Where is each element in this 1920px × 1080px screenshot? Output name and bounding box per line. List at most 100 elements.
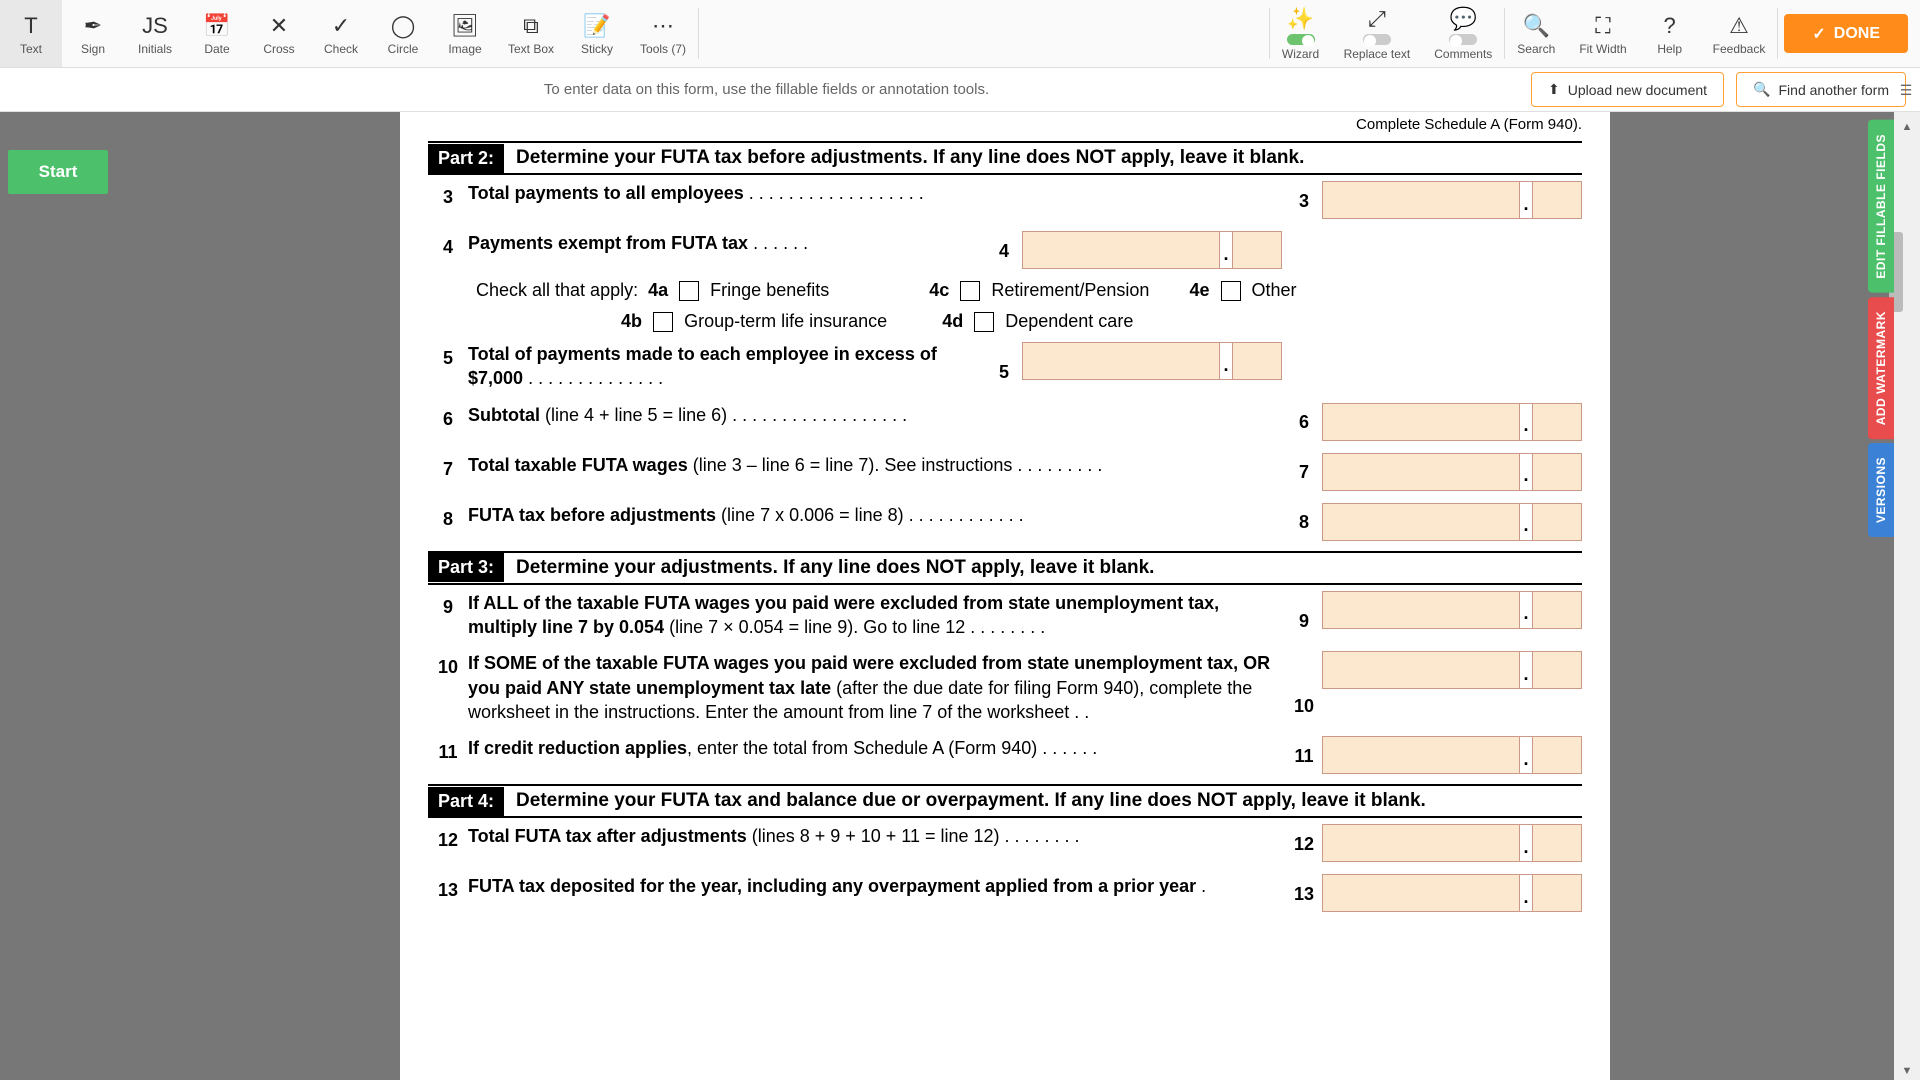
tool-image[interactable]: 🖼Image [434, 0, 496, 67]
tool-sign[interactable]: ✒Sign [62, 0, 124, 67]
4b-text: Group-term life insurance [684, 311, 887, 331]
tool-initials-label: Initials [138, 42, 172, 56]
start-button[interactable]: Start [8, 150, 108, 194]
line-9-number: 9 [428, 591, 468, 619]
checkbox-4e[interactable] [1221, 281, 1241, 301]
line-6: 6Subtotal (line 4 + line 5 = line 6) . .… [428, 397, 1582, 447]
4a-text: Fringe benefits [710, 280, 829, 300]
tool-cross-icon: ✕ [270, 12, 288, 40]
checkbox-4d[interactable] [974, 312, 994, 332]
tool-comments-label: Comments [1434, 47, 1492, 61]
line-10: 10If SOME of the taxable FUTA wages you … [428, 645, 1582, 730]
line-8: 8FUTA tax before adjustments (line 7 x 0… [428, 497, 1582, 547]
tool-circle-icon: ◯ [391, 12, 416, 40]
done-label: DONE [1834, 25, 1880, 43]
checkbox-4a[interactable] [679, 281, 699, 301]
4d-id: 4d [942, 311, 963, 331]
line-4: 4Payments exempt from FUTA tax . . . . .… [428, 225, 1582, 275]
tool-sticky[interactable]: 📝Sticky [566, 0, 628, 67]
tool-text[interactable]: T Text [0, 0, 62, 67]
line-11-right-num: 11 [1286, 744, 1322, 774]
checkbox-4b[interactable] [653, 312, 673, 332]
form-page: Complete Schedule A (Form 940). Part 2: … [400, 112, 1610, 1080]
part3-label: Part 3: [428, 553, 504, 582]
line-7-text: Total taxable FUTA wages (line 3 – line … [468, 453, 1286, 477]
tool-text-icon: T [24, 12, 37, 40]
tool-circle[interactable]: ◯Circle [372, 0, 434, 67]
input-6[interactable]: . [1322, 403, 1582, 441]
upload-new-document-button[interactable]: ⬆ Upload new document [1531, 72, 1724, 107]
tool-image-icon: 🖼 [451, 12, 479, 40]
hint-text: To enter data on this form, use the fill… [544, 81, 989, 98]
tool-initials-icon: JS [142, 12, 168, 40]
line-8-text: FUTA tax before adjustments (line 7 x 0.… [468, 503, 1286, 527]
line-8-number: 8 [428, 503, 468, 531]
sub-toolbar: To enter data on this form, use the fill… [0, 68, 1920, 112]
check-icon: ✓ [1812, 24, 1825, 44]
scroll-down-icon[interactable]: ▼ [1898, 1062, 1916, 1080]
tool-search-label: Search [1517, 42, 1555, 56]
line-12-text: Total FUTA tax after adjustments (lines … [468, 824, 1286, 848]
input-9[interactable]: . [1322, 591, 1582, 629]
tool-feedback-label: Feedback [1713, 42, 1766, 56]
line-9-right-num: 9 [1286, 609, 1322, 639]
input-7[interactable]: . [1322, 453, 1582, 491]
search-icon: 🔍 [1753, 81, 1770, 98]
line-5: 5Total of payments made to each employee… [428, 336, 1582, 397]
line-12-number: 12 [428, 824, 468, 852]
tool-wizard[interactable]: ✨Wizard [1270, 0, 1332, 67]
input-4[interactable]: . [1022, 231, 1282, 269]
tool-check-icon: ✓ [332, 12, 350, 40]
input-8[interactable]: . [1322, 503, 1582, 541]
tool-replace-text[interactable]: ⤢Replace text [1332, 0, 1423, 67]
tool-fit-width-label: Fit Width [1579, 42, 1626, 56]
tool-cross[interactable]: ✕ Cross [248, 0, 310, 67]
tool-replace-text-label: Replace text [1344, 47, 1411, 61]
4e-text: Other [1252, 280, 1297, 300]
checkbox-4c[interactable] [960, 281, 980, 301]
cutoff-text: Complete Schedule A (Form 940). [428, 112, 1582, 137]
part2-title: Determine your FUTA tax before adjustmen… [504, 143, 1582, 173]
tool-check-label: Check [324, 42, 358, 56]
input-10[interactable]: . [1322, 651, 1582, 689]
tool-comments[interactable]: 💬Comments [1422, 0, 1504, 67]
part2-label: Part 2: [428, 144, 504, 173]
tool-date[interactable]: 📅Date [186, 0, 248, 67]
input-12[interactable]: . [1322, 824, 1582, 862]
input-13[interactable]: . [1322, 874, 1582, 912]
versions-tab[interactable]: VERSIONS [1868, 443, 1894, 537]
tool-text-box[interactable]: ⧉Text Box [496, 0, 566, 67]
input-3[interactable]: . [1322, 181, 1582, 219]
upload-icon: ⬆ [1548, 81, 1560, 98]
4e-id: 4e [1189, 280, 1209, 300]
tool-fit-width[interactable]: ⛶Fit Width [1567, 0, 1638, 67]
find-another-form-button[interactable]: 🔍 Find another form [1736, 72, 1906, 107]
line-7: 7Total taxable FUTA wages (line 3 – line… [428, 447, 1582, 497]
tool-help[interactable]: ?Help [1639, 0, 1701, 67]
4d-text: Dependent care [1005, 311, 1133, 331]
scrollbar[interactable]: ▲ ▼ [1894, 112, 1920, 1080]
tool-cross-label: Cross [263, 42, 294, 56]
input-5[interactable]: . [1022, 342, 1282, 380]
scroll-up-icon[interactable]: ▲ [1898, 118, 1916, 136]
tool-comments-toggle[interactable] [1449, 34, 1477, 45]
add-watermark-tab[interactable]: ADD WATERMARK [1868, 297, 1894, 439]
tool-feedback[interactable]: ⚠ Feedback [1701, 0, 1778, 67]
input-11[interactable]: . [1322, 736, 1582, 774]
line-4-mid-num: 4 [986, 239, 1022, 269]
tool-feedback-icon: ⚠ [1729, 12, 1749, 40]
line-8-right-num: 8 [1286, 510, 1322, 540]
tool-tools-7-[interactable]: ⋯Tools (7) [628, 0, 698, 67]
done-button[interactable]: ✓ DONE [1784, 14, 1908, 53]
tool-check[interactable]: ✓ Check [310, 0, 372, 67]
line-9: 9If ALL of the taxable FUTA wages you pa… [428, 585, 1582, 646]
tool-wizard-toggle[interactable] [1287, 34, 1315, 45]
tool-text-label: Text [20, 42, 42, 56]
tool-initials[interactable]: JS Initials [124, 0, 186, 67]
tool-help-icon: ? [1664, 12, 1676, 40]
tool-replace-text-toggle[interactable] [1363, 34, 1391, 45]
tool-search[interactable]: 🔍Search [1505, 0, 1567, 67]
panel-toggle-icon[interactable]: ☰ [1892, 76, 1920, 104]
edit-fillable-fields-tab[interactable]: EDIT FILLABLE FIELDS [1868, 120, 1894, 293]
document-viewport[interactable]: Complete Schedule A (Form 940). Part 2: … [116, 112, 1894, 1080]
